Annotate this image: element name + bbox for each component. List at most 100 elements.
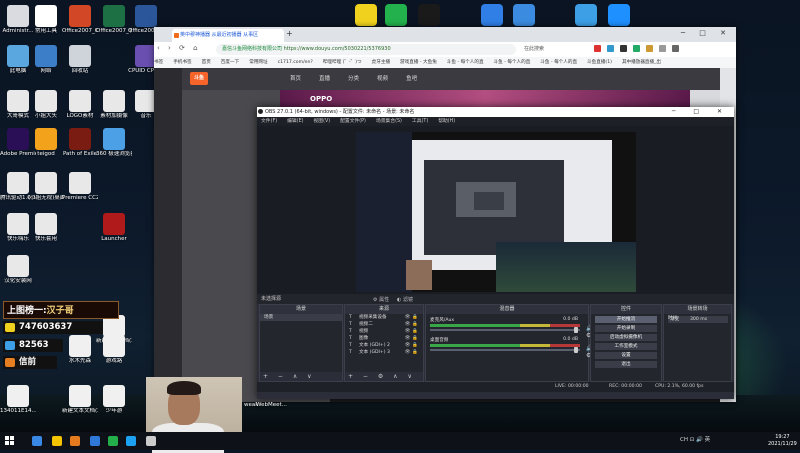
desktop-icon[interactable]: 回收站 — [62, 45, 98, 75]
desktop-icon[interactable]: 新建文本文档(2) — [62, 385, 98, 415]
extension-icon[interactable] — [658, 45, 666, 52]
folder-icon[interactable] — [52, 436, 62, 446]
browser-nav-buttons[interactable]: ‹ › ⟳ ⌂ — [157, 44, 201, 52]
system-tray[interactable]: CH ⊡ 🔊 英 — [680, 435, 710, 443]
twitter-app-icon[interactable] — [126, 436, 136, 446]
obs-menu-item[interactable]: 工具(T) — [412, 119, 428, 124]
sources-toolbar[interactable]: + − ⚙ ∧ ∨ — [345, 372, 423, 381]
obs-menu-item[interactable]: 视图(V) — [313, 119, 330, 124]
fader-knob[interactable] — [574, 347, 578, 353]
bookmark-item[interactable]: 常用网址 — [249, 60, 267, 65]
mountain-app-icon[interactable] — [513, 4, 535, 26]
control-button[interactable]: 工作室模式 — [595, 343, 657, 350]
qq-icon[interactable] — [418, 4, 440, 26]
site-nav-item[interactable]: 分类 — [348, 76, 359, 82]
volume-fader[interactable] — [430, 347, 580, 353]
bookmark-item[interactable]: 书签 — [154, 60, 163, 65]
start-button[interactable] — [5, 436, 15, 446]
visibility-lock-icon[interactable]: 👁🔒 — [404, 321, 420, 328]
desktop-icon[interactable]: 360 极速浏览器X — [96, 128, 132, 158]
search-app-icon[interactable] — [575, 4, 597, 26]
feishu-icon[interactable] — [608, 4, 630, 26]
bookmark-item[interactable]: 斗鱼直播(1) — [587, 60, 612, 65]
file-explorer-icon[interactable] — [32, 436, 42, 446]
source-list[interactable]: T 视频采集设备 👁🔒 T 视频二 👁🔒 T 视频 👁🔒 T 图像 👁🔒 T 文本 (GDI+) 2 👁🔒 T… — [345, 314, 423, 356]
extension-icon[interactable] — [645, 45, 653, 52]
new-tab-button[interactable]: + — [286, 29, 293, 38]
bookmark-item[interactable]: 其中播放器直播_出 — [622, 60, 661, 65]
obs-menu-item[interactable]: 帮助(H) — [438, 119, 455, 124]
bookmark-item[interactable]: 百度一下 — [221, 60, 239, 65]
desktop-icon[interactable]: 少年游 — [96, 385, 132, 415]
bookmark-item[interactable]: c1717.com/en? — [278, 60, 313, 65]
obs-window-controls[interactable]: ─ □ ✕ — [672, 107, 730, 117]
source-item[interactable]: T 文本 (GDI+) 3 👁🔒 — [345, 349, 423, 356]
bookmark-item[interactable]: 斗鱼 - 每个人的直 — [540, 60, 577, 65]
visibility-lock-icon[interactable]: 👁🔒 — [404, 328, 420, 335]
browser-icon[interactable] — [70, 436, 80, 446]
visibility-lock-icon[interactable]: 👁🔒 — [404, 335, 420, 342]
site-nav-item[interactable]: 鱼吧 — [406, 76, 417, 82]
desktop-icon[interactable]: Office2007_表格 — [96, 5, 132, 35]
scene-list[interactable]: 场景 — [260, 314, 342, 321]
visibility-lock-icon[interactable]: 👁🔒 — [404, 349, 420, 356]
visibility-lock-icon[interactable]: 👁🔒 — [404, 342, 420, 349]
bookmark-item[interactable]: 斗鱼 - 每个人的直 — [494, 60, 531, 65]
browser-tab[interactable]: 英中穆神播器 从最近初播器 从事区 — [172, 29, 284, 42]
desktop-icon[interactable]: 素材加摄像 — [96, 90, 132, 120]
desktop-icon[interactable]: 水木先森 — [62, 335, 98, 365]
desktop-icon[interactable]: 常用工具 — [28, 5, 64, 35]
douyu-logo[interactable]: 斗鱼 — [190, 72, 208, 85]
scenes-toolbar[interactable]: + − ∧ ∨ — [260, 372, 342, 381]
k-app-icon[interactable] — [481, 4, 503, 26]
source-item[interactable]: T 视频采集设备 👁🔒 — [345, 314, 423, 321]
obs-menu-item[interactable]: 文件(F) — [261, 119, 277, 124]
address-bar[interactable]: 嘉信斗鱼网络科技有限公司 https://www.douyu.com/50302… — [216, 44, 516, 55]
extension-icons[interactable] — [594, 45, 734, 54]
control-button[interactable]: 启动虚拟摄像机 — [595, 334, 657, 341]
desktop-icon[interactable]: 游戏路 — [96, 335, 132, 365]
control-button[interactable]: 设置 — [595, 352, 657, 359]
source-item[interactable]: T 文本 (GDI+) 2 👁🔒 — [345, 342, 423, 349]
desktop-icon[interactable]: teigod — [28, 128, 64, 158]
duration-input[interactable]: 300 ms — [688, 316, 728, 323]
bookmark-item[interactable]: 手机书签 — [173, 60, 191, 65]
clock[interactable]: 19:27 2021/11/29 — [768, 434, 797, 448]
bookmark-item[interactable]: 首页 — [202, 60, 211, 65]
desktop-icon[interactable]: Path of Exile — [62, 128, 98, 158]
extension-icon[interactable] — [594, 45, 601, 52]
obs-menu-item[interactable]: 场景集合(S) — [376, 119, 402, 124]
obs-icon[interactable] — [146, 436, 156, 446]
browser-search-box[interactable]: 在此搜索 — [524, 44, 584, 55]
desktop-icon[interactable]: 网络 — [28, 45, 64, 75]
obs-preview-canvas[interactable] — [356, 132, 636, 292]
bookmark-item[interactable]: 斗鱼 - 每个人的直 — [447, 60, 484, 65]
control-button[interactable]: 退出 — [595, 361, 657, 368]
bookmark-item[interactable]: 哔哩哔哩 (゜-゜)つ — [323, 60, 362, 65]
obs-menu-item[interactable]: 编辑(E) — [287, 119, 303, 124]
site-nav-item[interactable]: 首页 — [290, 76, 301, 82]
obs-window[interactable]: OBS 27.0.1 (64-bit, windows) - 配置文件: 未命名… — [257, 107, 734, 399]
fader-knob[interactable] — [574, 327, 578, 333]
desktop-icon[interactable]: 134011E14... — [0, 385, 36, 415]
extension-icon[interactable] — [632, 45, 640, 52]
site-nav-item[interactable]: 视频 — [377, 76, 388, 82]
site-nav-item[interactable]: 直播 — [319, 76, 330, 82]
control-button[interactable]: 开始推流 — [595, 316, 657, 323]
desktop-icon[interactable]: Office2007_C3打开PPT — [62, 5, 98, 35]
extension-icon[interactable] — [606, 45, 614, 52]
menu-icon[interactable] — [671, 45, 679, 52]
green-app-icon[interactable] — [108, 436, 118, 446]
volume-fader[interactable] — [430, 327, 580, 333]
control-button[interactable]: 开始录制 — [595, 325, 657, 332]
source-item[interactable]: T 图像 👁🔒 — [345, 335, 423, 342]
desktop-icon[interactable]: Launcher — [96, 213, 132, 243]
bookmark-item[interactable]: 游戏直播 - 大鱼兔 — [400, 60, 437, 65]
desktop-icon[interactable]: (小姐无视)桌面模板 — [28, 172, 64, 202]
obs-preview[interactable] — [257, 126, 734, 294]
scene-item[interactable]: 场景 — [260, 314, 342, 321]
desktop-icon[interactable]: Premiere CC2018 — [62, 172, 98, 202]
ie-icon[interactable] — [90, 436, 100, 446]
wechat-icon[interactable] — [385, 4, 407, 26]
desktop-icon[interactable]: LOGO素材 — [62, 90, 98, 120]
